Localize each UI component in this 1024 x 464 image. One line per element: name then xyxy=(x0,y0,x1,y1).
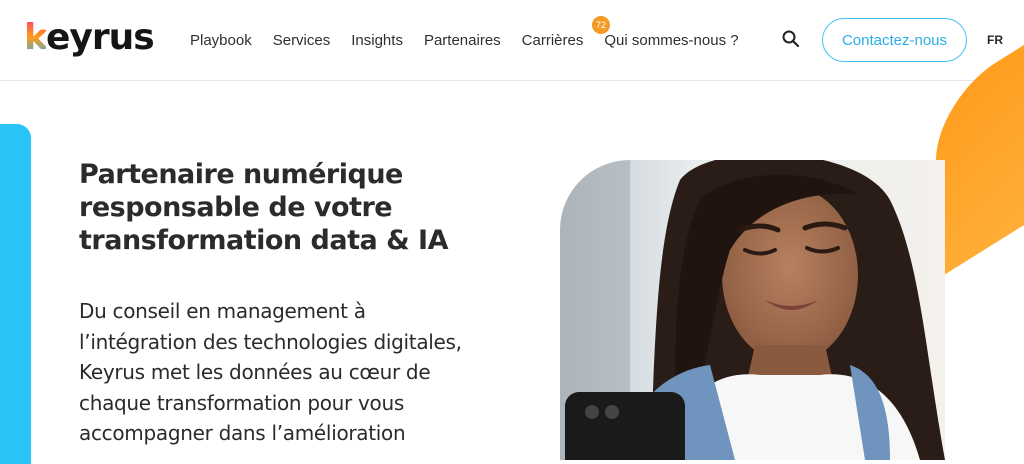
blue-accent-shape xyxy=(0,124,31,464)
nav-item-services[interactable]: Services xyxy=(273,32,331,49)
nav-item-partenaires[interactable]: Partenaires xyxy=(424,32,501,49)
search-icon[interactable] xyxy=(780,28,802,50)
hero-description: Du conseil en management à l’intégration… xyxy=(79,299,462,445)
nav-item-insights[interactable]: Insights xyxy=(351,32,403,49)
nav-item-playbook[interactable]: Playbook xyxy=(190,32,252,49)
hero-headline: Partenaire numérique responsable de votr… xyxy=(79,159,449,256)
main-nav: Playbook Services Insights Partenaires C… xyxy=(190,0,739,80)
nav-item-qui-sommes-nous[interactable]: Qui sommes-nous ? xyxy=(604,32,738,49)
nav-item-carrieres[interactable]: Carrières xyxy=(522,32,584,49)
site-header: keyrus Playbook Services Insights Parten… xyxy=(0,0,1024,81)
woman-with-phone-illustration xyxy=(560,160,945,460)
language-switcher[interactable]: FR xyxy=(987,33,1003,47)
keyrus-logo[interactable]: keyrus xyxy=(24,16,155,60)
hero-photo xyxy=(560,160,945,460)
careers-count-badge: 72 xyxy=(592,16,610,34)
contact-button[interactable]: Contactez-nous xyxy=(822,18,967,62)
